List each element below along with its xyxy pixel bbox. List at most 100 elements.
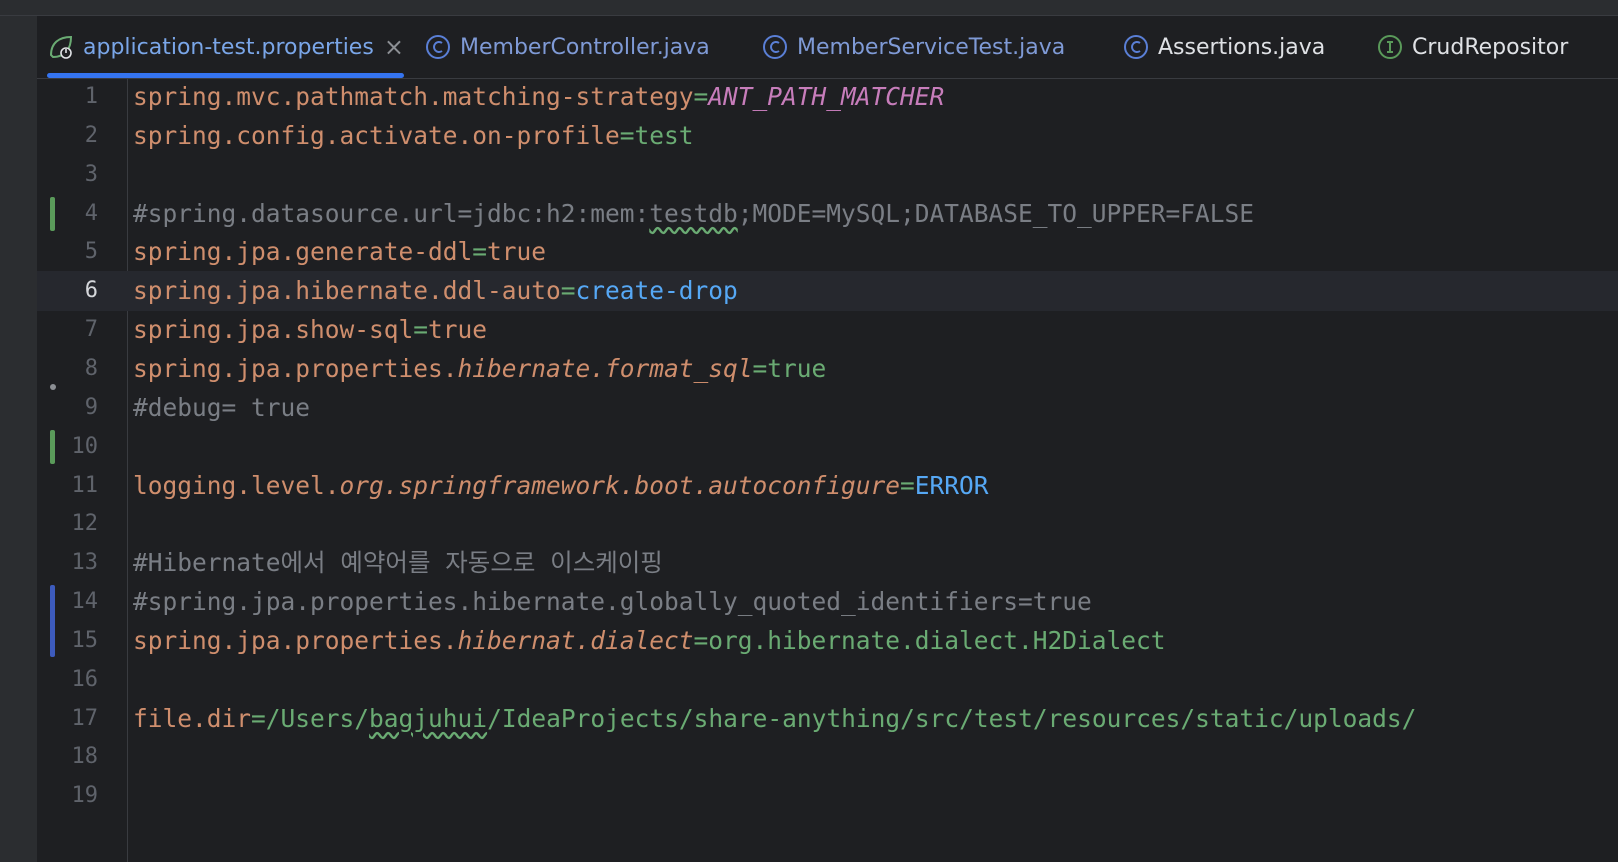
code-token: logging.level. <box>133 470 340 500</box>
tab-label: MemberController.java <box>460 34 710 60</box>
code-line[interactable]: 4 #spring.datasource.url=jdbc:h2:mem:test… <box>37 194 1618 234</box>
code-text: spring.config.activate.on-profile=test <box>133 116 694 156</box>
line-number: 9 <box>84 394 98 420</box>
code-token: testdb <box>649 198 738 228</box>
tool-window-strip <box>0 16 38 862</box>
code-token: hibernat.dialect <box>457 625 694 655</box>
class-c-icon <box>424 33 452 61</box>
vcs-added-marker[interactable] <box>50 197 55 231</box>
code-line[interactable]: 16 <box>37 660 1618 700</box>
code-text: spring.jpa.show-sql=true <box>133 310 487 350</box>
vcs-modified-marker[interactable] <box>50 585 55 657</box>
code-line[interactable]: 19 <box>37 776 1618 816</box>
code-token: test <box>634 120 694 150</box>
tab-assertions[interactable]: Assertions.java <box>1122 16 1325 78</box>
code-text: #debug= true <box>133 388 310 428</box>
code-token: org.springframework.boot.autoconfigure <box>339 470 901 500</box>
code-text: file.dir=/Users/bagjuhui/IdeaProjects/sh… <box>133 699 1416 739</box>
code-token: bagjuhui <box>369 703 488 733</box>
code-line[interactable]: 3 <box>37 155 1618 195</box>
code-token: ;MODE=MySQL;DATABASE_TO_UPPER=FALSE <box>737 198 1255 228</box>
code-token: true <box>487 237 547 267</box>
line-number: 13 <box>71 550 99 576</box>
line-number: 15 <box>71 627 99 653</box>
code-line[interactable]: 2 spring.config.activate.on-profile=test <box>37 116 1618 156</box>
code-editor[interactable]: 1 spring.mvc.pathmatch.matching-strategy=… <box>37 79 1618 862</box>
line-number: 12 <box>71 511 99 537</box>
code-token: spring.jpa.hibernate.ddl-auto <box>133 276 561 306</box>
code-text: spring.jpa.generate-ddl=true <box>133 232 546 272</box>
code-text: logging.level.org.springframework.boot.a… <box>133 466 989 506</box>
code-token: = <box>472 237 488 267</box>
line-number: 8 <box>84 355 98 381</box>
code-token: #debug= true <box>133 392 311 422</box>
code-token: spring.config.activate.on-profile <box>133 120 620 150</box>
code-line[interactable]: 1 spring.mvc.pathmatch.matching-strategy=… <box>37 77 1618 117</box>
code-line[interactable]: 15 spring.jpa.properties.hibernat.dialect… <box>37 621 1618 661</box>
tab-label: MemberServiceTest.java <box>797 34 1066 60</box>
line-number: 11 <box>71 472 99 498</box>
code-token: = <box>251 703 266 733</box>
line-number: 6 <box>84 278 98 304</box>
code-token: /IdeaProjects/share-anything/src/test/re… <box>487 703 1417 733</box>
line-number: 19 <box>71 783 99 809</box>
spring-leaf-icon <box>47 33 75 61</box>
code-line[interactable]: 14 #spring.jpa.properties.hibernate.globa… <box>37 582 1618 622</box>
code-token: = <box>413 315 429 345</box>
code-line[interactable]: 6 spring.jpa.hibernate.ddl-auto=create-dr… <box>37 271 1618 312</box>
tab-application-test-properties[interactable]: application-test.properties × <box>47 16 404 78</box>
line-number: 17 <box>71 705 99 731</box>
code-text: #Hibernate에서 예약어를 자동으로 이스케이핑 <box>133 543 663 583</box>
code-token: spring.jpa.show-sql <box>133 315 414 345</box>
gutter-dot-marker <box>50 384 56 390</box>
code-token: org.hibernate.dialect.H2Dialect <box>708 625 1166 655</box>
tab-member-controller[interactable]: MemberController.java <box>424 16 710 78</box>
window-top-strip <box>0 0 1618 16</box>
code-token: true <box>767 353 827 383</box>
code-token: #spring.jpa.properties.hibernate.globall… <box>133 587 1092 617</box>
code-line[interactable]: 9 #debug= true <box>37 388 1618 428</box>
code-line[interactable]: 7 spring.jpa.show-sql=true <box>37 310 1618 350</box>
tab-member-service-test[interactable]: MemberServiceTest.java <box>761 16 1065 78</box>
line-number: 18 <box>71 744 99 770</box>
code-line[interactable]: 10 <box>37 427 1618 467</box>
editor-tab-bar: application-test.properties × MemberCont… <box>37 16 1618 79</box>
code-token: = <box>752 353 768 383</box>
code-text: spring.jpa.properties.hibernat.dialect=o… <box>133 621 1166 661</box>
line-number: 1 <box>84 84 98 109</box>
code-text: #spring.jpa.properties.hibernate.globall… <box>133 582 1092 622</box>
code-line[interactable]: 13 #Hibernate에서 예약어를 자동으로 이스케이핑 <box>37 543 1618 583</box>
code-token: ERROR <box>914 470 989 500</box>
code-line[interactable]: 5 spring.jpa.generate-ddl=true <box>37 232 1618 272</box>
code-token: #Hibernate에서 예약어를 자동으로 이스케이핑 <box>133 548 663 578</box>
code-line[interactable]: 18 <box>37 737 1618 777</box>
tab-label: CrudRepositor <box>1412 34 1569 60</box>
code-line[interactable]: 12 <box>37 504 1618 544</box>
code-token: create-drop <box>575 276 738 306</box>
line-number: 2 <box>84 122 98 148</box>
code-token: spring.jpa.generate-ddl <box>133 237 473 267</box>
code-text: spring.jpa.properties.hibernate.format_s… <box>133 349 826 389</box>
vcs-added-marker[interactable] <box>50 430 55 464</box>
code-token: true <box>428 315 488 345</box>
code-text: #spring.datasource.url=jdbc:h2:mem:testd… <box>133 194 1254 234</box>
class-c-icon <box>1122 33 1150 61</box>
line-number: 5 <box>84 239 98 265</box>
code-token: = <box>900 470 915 500</box>
tab-crud-repository[interactable]: CrudRepositor <box>1376 16 1568 78</box>
class-c-icon <box>761 33 789 61</box>
tab-label: Assertions.java <box>1158 34 1326 60</box>
line-number: 14 <box>71 589 99 615</box>
close-icon[interactable]: × <box>384 33 404 61</box>
line-number: 4 <box>84 200 98 226</box>
code-line[interactable]: 11 logging.level.org.springframework.boot… <box>37 466 1618 506</box>
code-token: spring.jpa.properties. <box>133 353 458 383</box>
code-token: = <box>619 120 635 150</box>
line-number: 7 <box>84 317 98 343</box>
interface-i-icon <box>1376 33 1404 61</box>
code-text: spring.mvc.pathmatch.matching-strategy=A… <box>133 77 944 117</box>
code-line[interactable]: 8 spring.jpa.properties.hibernate.format_… <box>37 349 1618 389</box>
line-number: 3 <box>84 161 98 187</box>
code-token: #spring.datasource.url=jdbc:h2:mem: <box>133 198 650 228</box>
code-line[interactable]: 17 file.dir=/Users/bagjuhui/IdeaProjects/… <box>37 699 1618 739</box>
